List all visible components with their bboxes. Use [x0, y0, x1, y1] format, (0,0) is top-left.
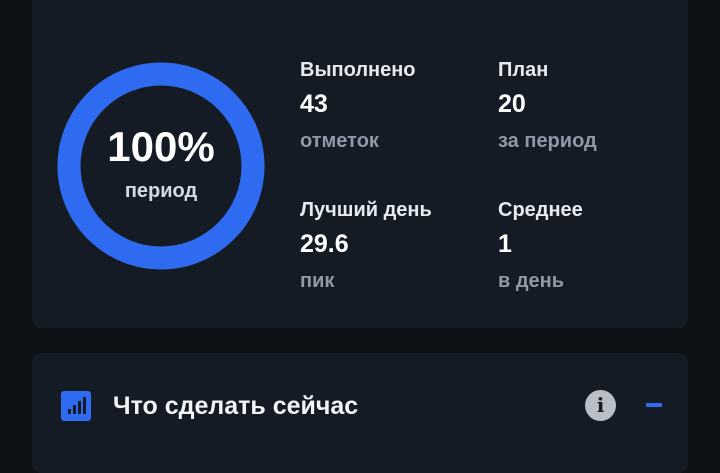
progress-period-label: период [124, 179, 198, 202]
info-icon[interactable]: i [585, 390, 616, 421]
stat-label: Лучший день [300, 199, 432, 221]
action-card-title: Что сделать сейчас [113, 392, 359, 420]
stat-value: 1 [498, 230, 512, 258]
stat-sub: в день [498, 270, 565, 292]
stat-label: Выполнено [300, 59, 416, 81]
stat-value: 29.6 [300, 230, 349, 258]
stat-completed: Выполнено 43 отметок [300, 60, 490, 151]
stats-card: 100% период Выполнено 43 отметок План 20… [32, 0, 688, 328]
stat-value: 43 [300, 90, 328, 118]
bar-chart-icon [61, 391, 91, 421]
progress-ring-center: 100% период [56, 61, 266, 271]
action-card: Что сделать сейчас i [32, 353, 688, 473]
stat-sub: отметок [300, 130, 379, 152]
stat-value: 20 [498, 90, 526, 118]
stat-sub: за период [498, 130, 597, 152]
stat-label: Среднее [498, 199, 583, 221]
collapse-minus-icon[interactable] [646, 403, 662, 407]
stat-plan: План 20 за период [498, 60, 688, 151]
stat-average: Среднее 1 в день [498, 200, 688, 291]
progress-ring: 100% период [56, 61, 266, 271]
progress-percent: 100% [107, 122, 215, 170]
stat-best-day: Лучший день 29.6 пик [300, 200, 490, 291]
stat-label: План [498, 59, 549, 81]
stat-sub: пик [300, 270, 335, 292]
